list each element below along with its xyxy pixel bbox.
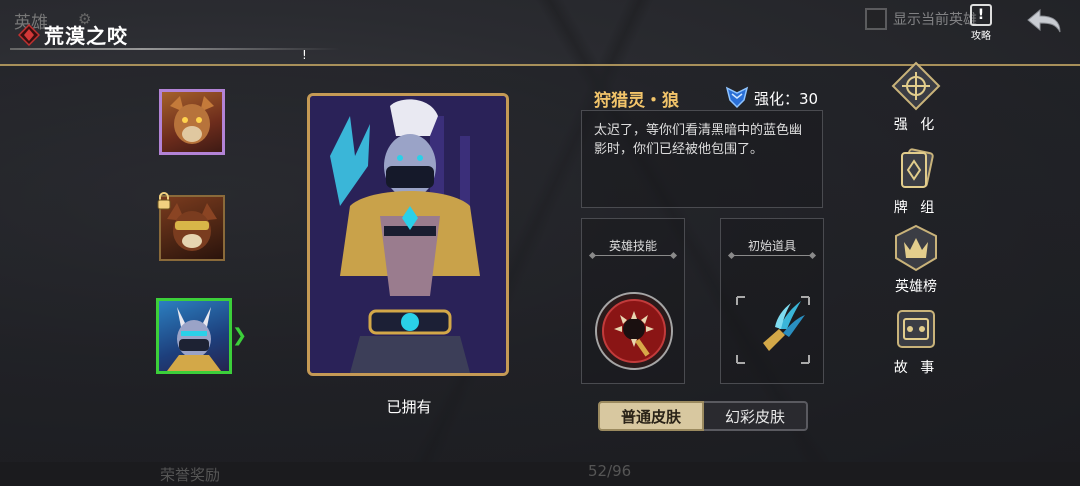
hero-thumb-1[interactable] (159, 89, 225, 155)
honor-reward-button[interactable]: 荣誉奖励 (160, 464, 220, 485)
owned-status: 已拥有 (386, 398, 432, 416)
menu-ranking[interactable]: 英雄榜 (880, 222, 952, 296)
enhance-level-icon (725, 86, 749, 109)
ranking-icon (895, 224, 937, 272)
card-divider (592, 255, 674, 256)
hero-skill-label: 英雄技能 (608, 239, 657, 253)
faction-logo-icon (18, 24, 40, 46)
guide-label: 攻略 (971, 31, 991, 42)
collection-count: 52/96 (588, 462, 632, 480)
title-divider (10, 48, 340, 50)
card-divider (731, 255, 813, 256)
lock-icon (157, 192, 171, 210)
claw-item-icon[interactable] (735, 295, 811, 365)
show-current-label: 显示当前英雄 (893, 12, 977, 28)
spiked-mace-skill-icon[interactable] (592, 289, 676, 373)
page-title: 荒漠之咬 (44, 24, 128, 48)
notice-mark: ! (302, 48, 307, 62)
menu-enhance-label: 强 化 (893, 117, 939, 133)
menu-deck-label: 牌 组 (893, 200, 939, 216)
fancy-skin-tab[interactable]: 幻彩皮肤 (704, 401, 808, 431)
selected-arrow-icon: ❯ (232, 325, 248, 346)
top-bar: 英雄 ⚙ 荒漠之咬 ! 显示当前英雄 ! 攻略 (0, 0, 1080, 62)
hero-skill-card[interactable]: 英雄技能 (581, 218, 685, 384)
hero-name: 狩猎灵・狼 (594, 91, 679, 111)
skin-toggle: 普通皮肤 幻彩皮肤 (598, 401, 808, 431)
normal-skin-tab[interactable]: 普通皮肤 (598, 401, 704, 431)
enhance-icon (891, 61, 941, 111)
hero-artwork (310, 96, 506, 373)
hero-portrait (307, 93, 509, 376)
menu-enhance[interactable]: 强 化 (880, 60, 952, 134)
guide-icon: ! (970, 4, 992, 26)
menu-story[interactable]: 故 事 (880, 303, 952, 377)
hero-portrait-icon (167, 307, 221, 371)
show-current-checkbox[interactable] (865, 8, 887, 30)
hero-thumb-3[interactable] (156, 298, 232, 374)
starting-item-label: 初始道具 (747, 239, 796, 253)
guide-button[interactable]: ! 攻略 (966, 4, 996, 42)
story-icon (897, 310, 935, 348)
deck-icon (901, 148, 934, 188)
enhance-level: 强化：30 (754, 90, 819, 108)
show-current-hero-toggle[interactable]: 显示当前英雄 (865, 8, 977, 30)
menu-ranking-label: 英雄榜 (895, 279, 937, 295)
menu-deck[interactable]: 牌 组 (880, 143, 952, 217)
menu-story-label: 故 事 (893, 360, 939, 376)
hero-description: 太迟了，等你们看清黑暗中的蓝色幽影时，你们已经被他包围了。 (581, 110, 823, 208)
description-text: 太迟了，等你们看清黑暗中的蓝色幽影时，你们已经被他包围了。 (594, 123, 803, 157)
hero-portrait-icon (170, 96, 214, 144)
back-button[interactable] (1024, 6, 1064, 36)
starting-item-card[interactable]: 初始道具 (720, 218, 824, 384)
